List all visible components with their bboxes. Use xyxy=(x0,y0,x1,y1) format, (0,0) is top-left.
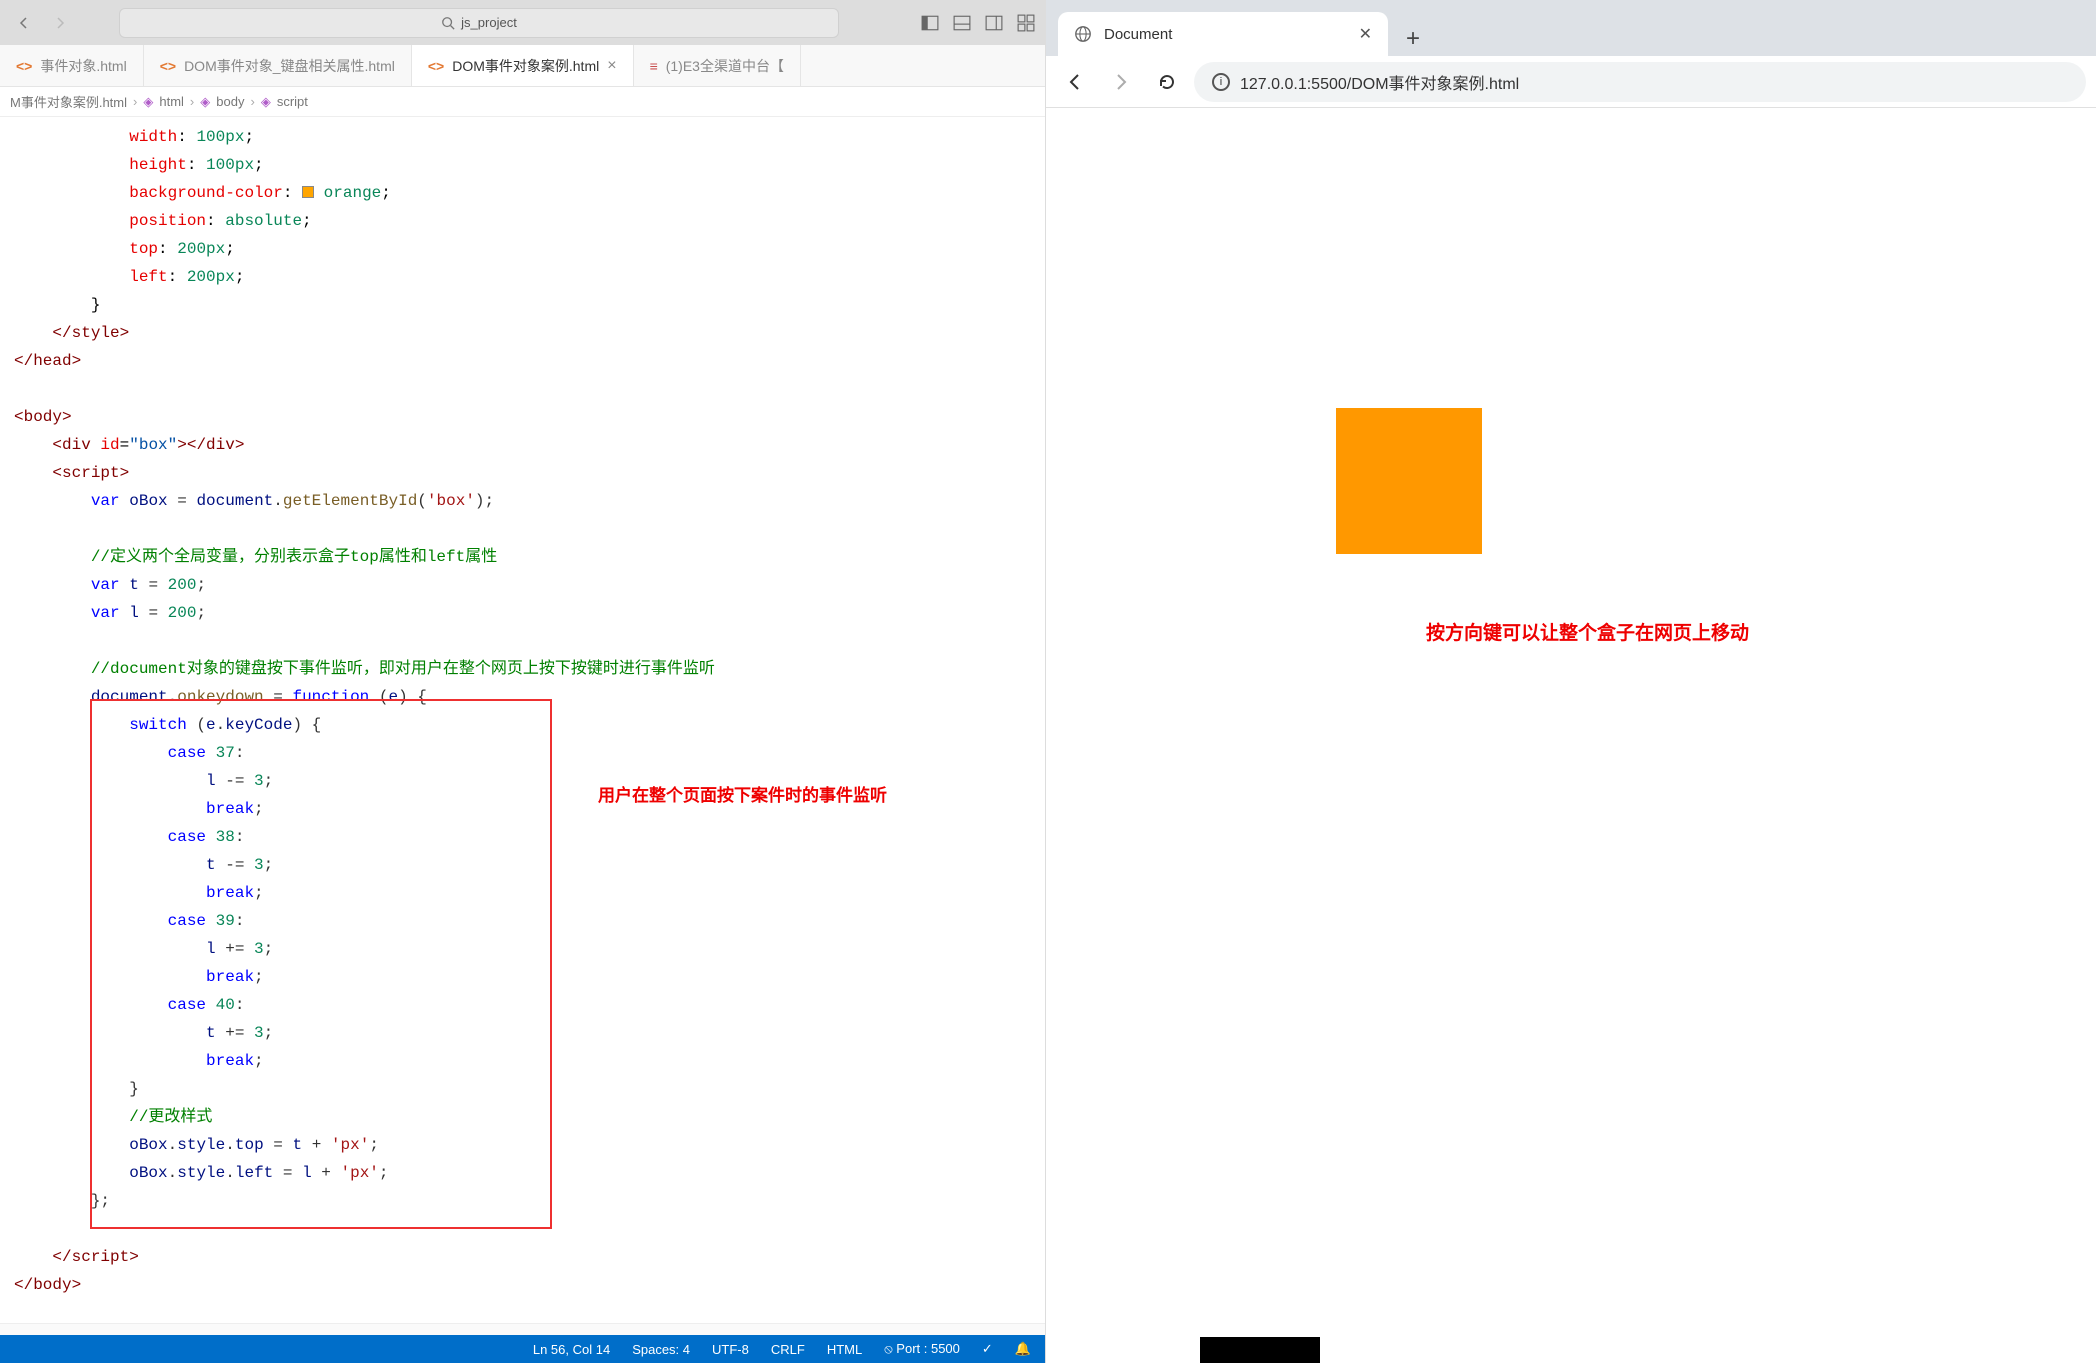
status-spaces[interactable]: Spaces: 4 xyxy=(632,1342,690,1357)
globe-icon xyxy=(1074,25,1092,43)
command-search[interactable]: js_project xyxy=(119,8,839,38)
layout-panel-icon[interactable] xyxy=(953,14,971,32)
status-lncol[interactable]: Ln 56, Col 14 xyxy=(533,1342,610,1357)
url-text: 127.0.0.1:5500/DOM事件对象案例.html xyxy=(1240,70,1519,94)
instruction-text: 按方向键可以让整个盒子在网页上移动 xyxy=(1426,618,1749,645)
reload-button[interactable] xyxy=(1148,63,1186,101)
browser-pane: Document ✕ + i 127.0.0.1:5500/DOM事件对象案例.… xyxy=(1046,0,2096,1363)
close-icon[interactable]: × xyxy=(607,57,616,75)
site-info-icon[interactable]: i xyxy=(1212,73,1230,91)
cube-icon: ◈ xyxy=(143,94,153,110)
cube-icon: ◈ xyxy=(200,94,210,110)
breadcrumb[interactable]: M事件对象案例.html› ◈html› ◈body› ◈script xyxy=(0,87,1045,117)
editor-tab[interactable]: ≡(1)E3全渠道中台【 xyxy=(634,45,801,86)
nav-back-button[interactable] xyxy=(10,9,38,37)
status-encoding[interactable]: UTF-8 xyxy=(712,1342,749,1357)
back-button[interactable] xyxy=(1056,63,1094,101)
status-bar: Ln 56, Col 14 Spaces: 4 UTF-8 CRLF HTML … xyxy=(0,1335,1045,1363)
search-icon xyxy=(441,16,455,30)
editor-tab-active[interactable]: <>DOM事件对象案例.html× xyxy=(412,45,634,86)
code-area[interactable]: width: 100px; height: 100px; background-… xyxy=(0,117,1045,1323)
browser-toolbar: i 127.0.0.1:5500/DOM事件对象案例.html xyxy=(1046,56,2096,108)
html-icon: <> xyxy=(16,58,32,74)
file-icon: ≡ xyxy=(650,58,658,74)
html-icon: <> xyxy=(428,58,444,74)
status-bell-icon[interactable]: 🔔 xyxy=(1015,1341,1031,1357)
cube-icon: ◈ xyxy=(261,94,271,110)
layout-customize-icon[interactable] xyxy=(1017,14,1035,32)
status-check-icon[interactable]: ✓ xyxy=(982,1341,993,1357)
editor-pane: js_project <>事件对象.html <>DOM事件对象_键盘相关属性.… xyxy=(0,0,1046,1363)
html-icon: <> xyxy=(160,58,176,74)
orange-box xyxy=(1336,408,1482,554)
annotation-text: 用户在整个页面按下案件时的事件监听 xyxy=(598,781,887,806)
editor-tabs: <>事件对象.html <>DOM事件对象_键盘相关属性.html <>DOM事… xyxy=(0,45,1045,87)
layout-right-icon[interactable] xyxy=(985,14,1003,32)
new-tab-button[interactable]: + xyxy=(1396,22,1430,56)
nav-forward-button[interactable] xyxy=(46,9,74,37)
status-language[interactable]: HTML xyxy=(827,1342,862,1357)
browser-viewport[interactable]: 按方向键可以让整个盒子在网页上移动 xyxy=(1046,108,2096,1363)
browser-tab[interactable]: Document ✕ xyxy=(1058,12,1388,56)
status-eol[interactable]: CRLF xyxy=(771,1342,805,1357)
taskbar-fragment xyxy=(1200,1337,1320,1363)
forward-button[interactable] xyxy=(1102,63,1140,101)
browser-tab-strip: Document ✕ + xyxy=(1046,0,2096,56)
status-port[interactable]: ⦸ Port : 5500 xyxy=(884,1341,960,1357)
browser-tab-title: Document xyxy=(1104,26,1347,43)
close-icon[interactable]: ✕ xyxy=(1359,24,1372,44)
horizontal-scrollbar[interactable] xyxy=(0,1323,1045,1335)
address-bar[interactable]: i 127.0.0.1:5500/DOM事件对象案例.html xyxy=(1194,62,2086,102)
editor-titlebar: js_project xyxy=(0,0,1045,45)
editor-tab[interactable]: <>事件对象.html xyxy=(0,45,144,86)
search-text: js_project xyxy=(461,15,517,30)
layout-sidebar-icon[interactable] xyxy=(921,14,939,32)
editor-tab[interactable]: <>DOM事件对象_键盘相关属性.html xyxy=(144,45,412,86)
